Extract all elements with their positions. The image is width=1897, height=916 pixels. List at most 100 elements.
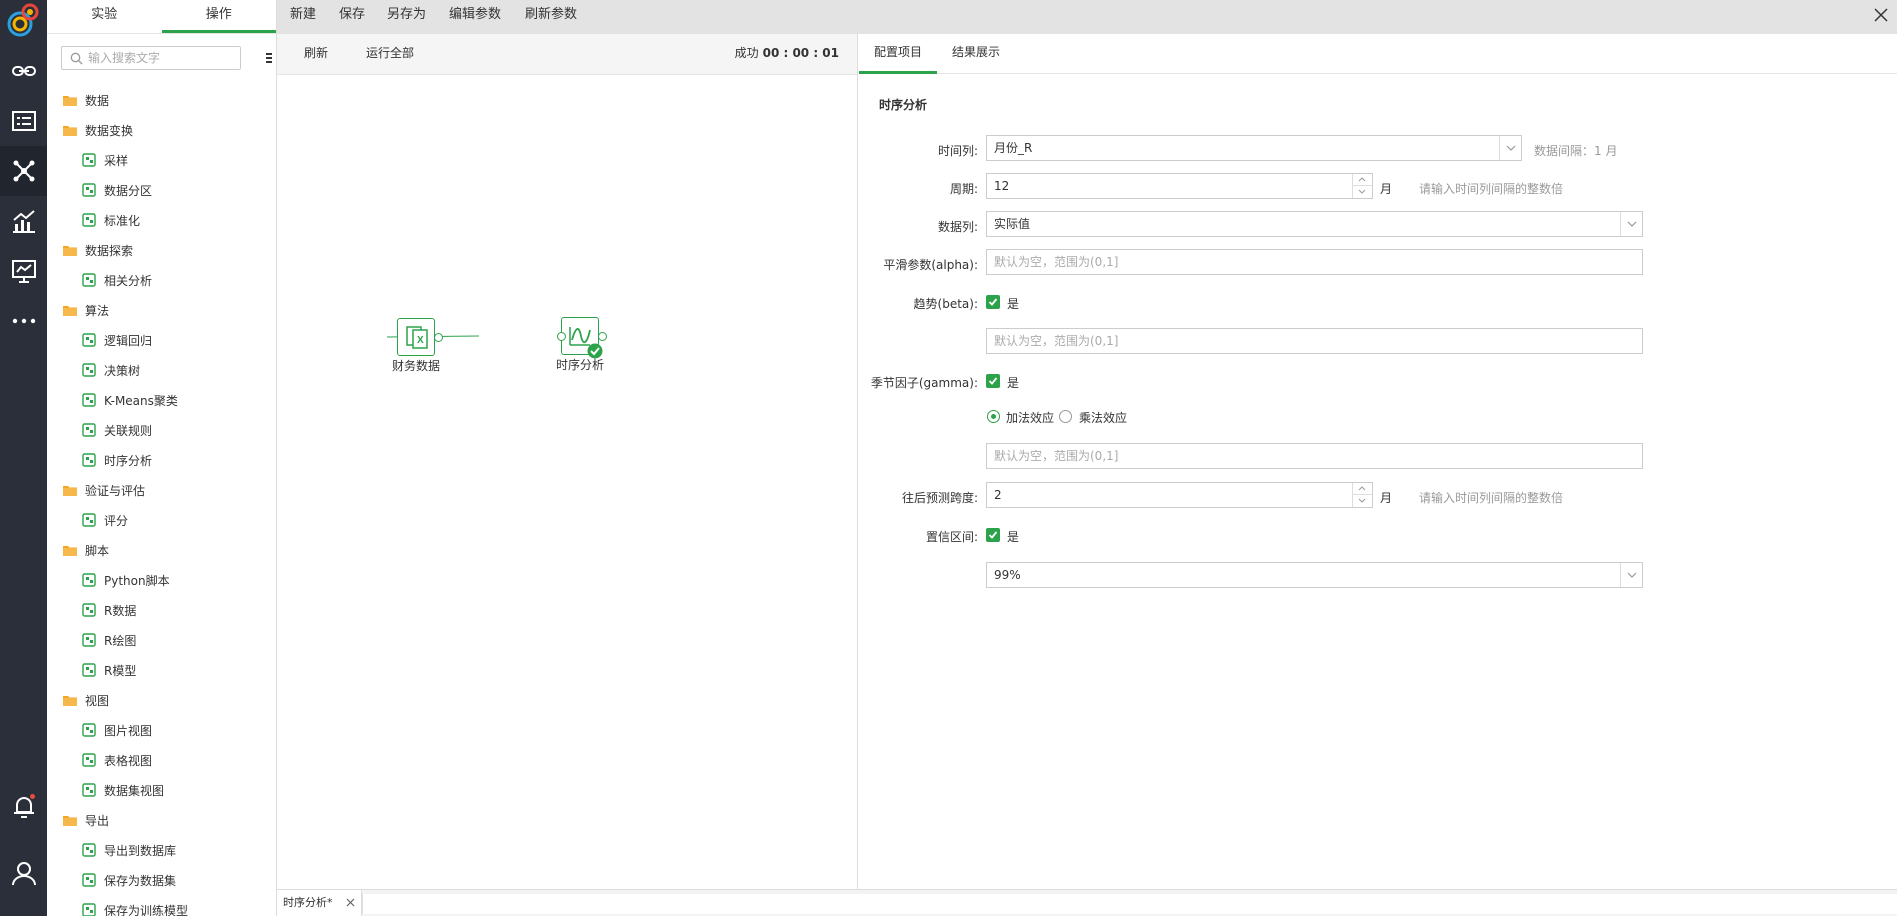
tree-operator[interactable]: 相关分析 <box>47 265 269 295</box>
node-finance-data[interactable]: X 财务数据 <box>392 318 443 374</box>
rail-chart-button[interactable] <box>0 196 47 246</box>
tree-operator[interactable]: 图片视图 <box>47 715 269 745</box>
tree-operator[interactable]: R模型 <box>47 655 269 685</box>
doc-tab-time-series[interactable]: 时序分析* <box>277 890 362 916</box>
tree-operator[interactable]: 决策树 <box>47 355 269 385</box>
spin-up-button[interactable] <box>1353 483 1372 495</box>
tree-item-label: K-Means聚类 <box>104 393 178 408</box>
period-label: 周期: <box>949 182 978 196</box>
spin-down-button[interactable] <box>1353 495 1372 507</box>
horizon-hint: 请输入时间列间隔的整数倍 <box>1419 491 1564 505</box>
tab-experiment[interactable]: 实验 <box>47 0 162 33</box>
chevron-up-icon <box>1358 177 1366 182</box>
tree-operator[interactable]: 表格视图 <box>47 745 269 775</box>
confidence-checkbox[interactable] <box>986 528 1000 542</box>
tree-folder[interactable]: 验证与评估 <box>47 475 269 505</box>
node-time-series[interactable]: 时序分析 <box>556 317 607 373</box>
rail-notifications-button[interactable] <box>0 782 47 832</box>
tree-folder[interactable]: 导出 <box>47 805 269 835</box>
dropdown-arrow[interactable] <box>1499 136 1521 160</box>
dropdown-arrow[interactable] <box>1620 563 1642 587</box>
tab-config-items[interactable]: 配置项目 <box>859 34 937 74</box>
tree-operator[interactable]: 评分 <box>47 505 269 535</box>
tree-operator[interactable]: K-Means聚类 <box>47 385 269 415</box>
period-stepper[interactable] <box>986 173 1373 199</box>
tree-operator[interactable]: 保存为训练模型 <box>47 895 269 916</box>
tree-item-label: 数据分区 <box>104 183 153 198</box>
tree-operator[interactable]: Python脚本 <box>47 565 269 595</box>
horizon-stepper[interactable] <box>986 482 1373 508</box>
tree-item-label: 相关分析 <box>104 273 153 288</box>
operator-icon <box>82 723 96 737</box>
beta-field[interactable] <box>986 328 1643 354</box>
rail-more-button[interactable] <box>0 296 47 346</box>
additive-radio[interactable] <box>987 410 1000 423</box>
rail-list-button[interactable] <box>0 96 47 146</box>
input-port[interactable] <box>556 332 566 341</box>
rail-user-button[interactable] <box>0 848 47 898</box>
confidence-value: 99% <box>994 568 1021 582</box>
doc-tab-label: 时序分析* <box>283 896 333 909</box>
confidence-select[interactable]: 99% <box>986 562 1643 588</box>
tree-folder[interactable]: 视图 <box>47 685 269 715</box>
tree-operator[interactable]: 采样 <box>47 145 269 175</box>
menu-icon[interactable] <box>264 50 274 66</box>
tree-operator[interactable]: 数据分区 <box>47 175 269 205</box>
gamma-checkbox[interactable] <box>986 374 1000 388</box>
rail-presentation-button[interactable] <box>0 246 47 296</box>
tree-operator[interactable]: 保存为数据集 <box>47 865 269 895</box>
edit-params-button[interactable]: 编辑参数 <box>449 0 501 30</box>
new-button[interactable]: 新建 <box>290 0 316 30</box>
spin-up-button[interactable] <box>1353 174 1372 186</box>
tree-operator[interactable]: 时序分析 <box>47 445 269 475</box>
operator-icon <box>82 423 96 437</box>
tree-operator[interactable]: 导出到数据库 <box>47 835 269 865</box>
close-icon[interactable] <box>1873 7 1889 23</box>
multiplicative-radio[interactable] <box>1059 410 1072 423</box>
tree-operator[interactable]: 数据集视图 <box>47 775 269 805</box>
tree-folder[interactable]: 算法 <box>47 295 269 325</box>
success-check-icon <box>587 343 603 359</box>
chevron-down-icon <box>1627 572 1637 578</box>
data-column-select[interactable]: 实际值 <box>986 211 1643 237</box>
tree-folder[interactable]: 数据变换 <box>47 115 269 145</box>
tree-folder[interactable]: 数据探索 <box>47 235 269 265</box>
tree-operator[interactable]: 逻辑回归 <box>47 325 269 355</box>
gamma-input[interactable] <box>987 444 1642 468</box>
tree-folder[interactable]: 脚本 <box>47 535 269 565</box>
dropdown-arrow[interactable] <box>1620 212 1642 236</box>
refresh-params-button[interactable]: 刷新参数 <box>525 0 577 30</box>
tab-operations[interactable]: 操作 <box>161 0 276 33</box>
gamma-field[interactable] <box>986 443 1643 469</box>
close-tab-icon[interactable] <box>346 898 355 907</box>
config-panel: 配置项目 结果展示 时序分析 时间列: 月份_R 数据间隔：1 月 周期: 月 … <box>859 34 1897 889</box>
tab-results[interactable]: 结果展示 <box>937 34 1015 74</box>
beta-input[interactable] <box>987 329 1642 353</box>
tree-item-label: 数据探索 <box>85 243 134 258</box>
period-input[interactable] <box>987 174 1372 198</box>
presentation-icon <box>11 260 36 283</box>
tree-operator[interactable]: R绘图 <box>47 625 269 655</box>
run-all-button[interactable]: 运行全部 <box>366 34 414 72</box>
horizon-input[interactable] <box>987 483 1372 507</box>
tree-operator[interactable]: R数据 <box>47 595 269 625</box>
alpha-field[interactable] <box>986 249 1643 275</box>
tree-operator[interactable]: 标准化 <box>47 205 269 235</box>
rail-link-button[interactable] <box>0 46 47 96</box>
rail-network-button[interactable] <box>0 146 47 196</box>
tree-operator[interactable]: 关联规则 <box>47 415 269 445</box>
beta-checkbox[interactable] <box>986 295 1000 309</box>
time-column-select[interactable]: 月份_R <box>986 135 1522 161</box>
alpha-input[interactable] <box>987 250 1642 274</box>
output-port[interactable] <box>433 333 443 342</box>
search-input[interactable] <box>88 47 238 69</box>
output-port[interactable] <box>597 332 607 341</box>
refresh-button[interactable]: 刷新 <box>304 34 328 72</box>
tree-item-label: 数据变换 <box>85 123 134 138</box>
save-as-button[interactable]: 另存为 <box>387 0 426 30</box>
spin-down-button[interactable] <box>1353 186 1372 198</box>
canvas-toolbar: 刷新 运行全部 成功 00 : 00 : 01 <box>277 34 857 75</box>
tree-folder[interactable]: 数据 <box>47 85 269 115</box>
tree-item-label: 表格视图 <box>104 753 153 768</box>
save-button[interactable]: 保存 <box>339 0 365 30</box>
